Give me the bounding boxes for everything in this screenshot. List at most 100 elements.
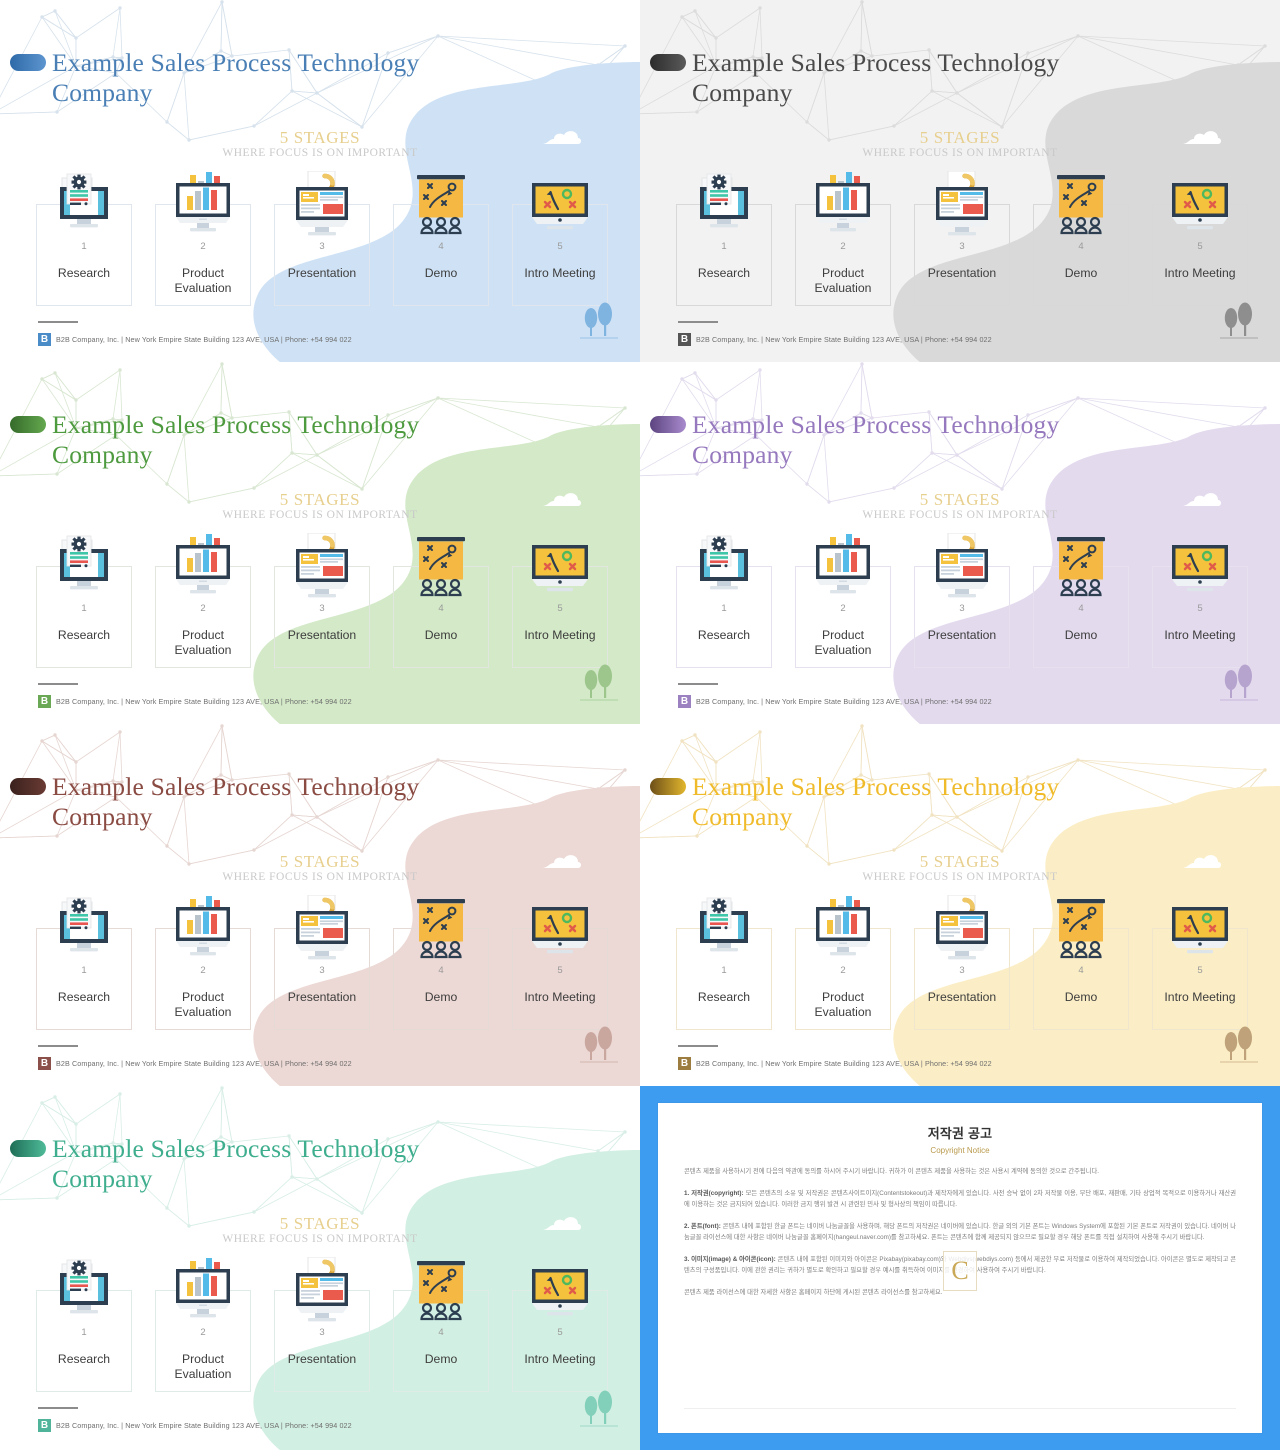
monitor-bar-chart-icon — [805, 171, 881, 243]
stage-1[interactable]: 1 Research — [36, 1256, 132, 1392]
footer: B B2B Company, Inc. | New York Empire St… — [38, 1419, 352, 1432]
trees-icon — [580, 1026, 618, 1064]
stage-3[interactable]: 3 Presentation — [274, 532, 370, 668]
stage-card-5[interactable]: 5 Intro Meeting — [512, 907, 608, 1030]
stage-3[interactable]: 3 Presentation — [914, 532, 1010, 668]
stage-5[interactable]: 5 Intro Meeting — [1152, 894, 1248, 1030]
flipchart-strategy-people-icon — [1043, 171, 1119, 243]
stage-1[interactable]: 1 Research — [676, 532, 772, 668]
stage-card-4[interactable]: 4 Demo — [1033, 175, 1129, 306]
stage-4[interactable]: 4 Demo — [1033, 170, 1129, 306]
stage-3[interactable]: 3 Presentation — [274, 1256, 370, 1392]
stage-card-5[interactable]: 5 Intro Meeting — [1152, 183, 1248, 306]
stage-card-1[interactable]: 1 Research — [676, 897, 772, 1030]
stage-card-4[interactable]: 4 Demo — [1033, 899, 1129, 1030]
stage-5[interactable]: 5 Intro Meeting — [512, 1256, 608, 1392]
stage-card-5[interactable]: 5 Intro Meeting — [1152, 545, 1248, 668]
stage-card-5[interactable]: 5 Intro Meeting — [512, 183, 608, 306]
footer-divider — [678, 321, 718, 323]
stage-card-2[interactable]: 2 Product Evaluation — [155, 896, 251, 1030]
stage-5[interactable]: 5 Intro Meeting — [1152, 170, 1248, 306]
trees-icon — [580, 1390, 618, 1428]
stage-3[interactable]: 3 Presentation — [274, 170, 370, 306]
stages-title: 5 STAGES — [919, 128, 1001, 147]
stage-card-5[interactable]: 5 Intro Meeting — [512, 545, 608, 668]
stage-1[interactable]: 1 Research — [676, 170, 772, 306]
monitor-webpage-hook-icon — [924, 894, 1000, 967]
stage-card-4[interactable]: 4 Demo — [393, 899, 489, 1030]
slide-copyright-notice[interactable]: 저작권 공고 Copyright Notice 콘텐츠 제품을 사용하시기 전에… — [640, 1086, 1280, 1450]
stage-card-3[interactable]: 3 Presentation — [914, 894, 1010, 1030]
stage-card-3[interactable]: 3 Presentation — [274, 532, 370, 668]
stage-3[interactable]: 3 Presentation — [914, 170, 1010, 306]
stage-card-3[interactable]: 3 Presentation — [914, 170, 1010, 306]
stage-card-1[interactable]: 1 Research — [36, 535, 132, 668]
stage-2[interactable]: 2 Product Evaluation — [155, 1256, 251, 1392]
monitor-document-gear-icon — [46, 533, 122, 605]
stage-5[interactable]: 5 Intro Meeting — [512, 170, 608, 306]
stage-card-1[interactable]: 1 Research — [676, 535, 772, 668]
slide-maroon[interactable]: Example Sales Process Technology Company… — [0, 724, 640, 1086]
stage-card-2[interactable]: 2 Product Evaluation — [795, 896, 891, 1030]
stage-card-4[interactable]: 4 Demo — [393, 537, 489, 668]
stage-1[interactable]: 1 Research — [36, 894, 132, 1030]
stage-label-5: Intro Meeting — [524, 1352, 596, 1366]
stage-card-5[interactable]: 5 Intro Meeting — [512, 1269, 608, 1392]
stage-card-3[interactable]: 3 Presentation — [274, 170, 370, 306]
monitor-document-gear-icon — [686, 533, 762, 605]
stage-2[interactable]: 2 Product Evaluation — [795, 170, 891, 306]
stage-card-2[interactable]: 2 Product Evaluation — [795, 534, 891, 668]
stage-2[interactable]: 2 Product Evaluation — [155, 170, 251, 306]
stage-1[interactable]: 1 Research — [36, 532, 132, 668]
stage-card-4[interactable]: 4 Demo — [393, 175, 489, 306]
slide-blue[interactable]: Example Sales Process Technology Company… — [0, 0, 640, 362]
stage-card-3[interactable]: 3 Presentation — [274, 894, 370, 1030]
stage-card-4[interactable]: 4 Demo — [393, 1261, 489, 1392]
stage-1[interactable]: 1 Research — [676, 894, 772, 1030]
copyright-item-2-label: 2. 폰트(font): — [684, 1223, 721, 1230]
slide-green[interactable]: Example Sales Process Technology Company… — [0, 362, 640, 724]
stage-5[interactable]: 5 Intro Meeting — [512, 894, 608, 1030]
stage-card-1[interactable]: 1 Research — [36, 1259, 132, 1392]
stage-card-4[interactable]: 4 Demo — [1033, 537, 1129, 668]
monitor-webpage-hook-icon — [924, 170, 1000, 243]
stage-4[interactable]: 4 Demo — [393, 532, 489, 668]
slide-purple[interactable]: Example Sales Process Technology Company… — [640, 362, 1280, 724]
stage-4[interactable]: 4 Demo — [393, 1256, 489, 1392]
stage-card-1[interactable]: 1 Research — [36, 897, 132, 1030]
stage-5[interactable]: 5 Intro Meeting — [1152, 532, 1248, 668]
stage-2[interactable]: 2 Product Evaluation — [155, 894, 251, 1030]
stage-4[interactable]: 4 Demo — [1033, 532, 1129, 668]
stage-card-2[interactable]: 2 Product Evaluation — [155, 1258, 251, 1392]
stage-2[interactable]: 2 Product Evaluation — [795, 532, 891, 668]
stage-2[interactable]: 2 Product Evaluation — [795, 894, 891, 1030]
slide-gray[interactable]: Example Sales Process Technology Company… — [640, 0, 1280, 362]
monitor-document-gear-icon — [686, 895, 762, 967]
stage-card-2[interactable]: 2 Product Evaluation — [155, 534, 251, 668]
stage-3[interactable]: 3 Presentation — [914, 894, 1010, 1030]
stage-2[interactable]: 2 Product Evaluation — [155, 532, 251, 668]
stage-1[interactable]: 1 Research — [36, 170, 132, 306]
brand-logo-icon: B — [38, 1057, 51, 1070]
slide-yellow[interactable]: Example Sales Process Technology Company… — [640, 724, 1280, 1086]
stage-card-5[interactable]: 5 Intro Meeting — [1152, 907, 1248, 1030]
copyright-item-2: 2. 폰트(font): 콘텐츠 내에 포함된 한글 폰트는 네이버 나눔글꼴을… — [684, 1221, 1236, 1243]
stage-label-2: Product Evaluation — [814, 628, 872, 657]
slide-teal[interactable]: Example Sales Process Technology Company… — [0, 1086, 640, 1450]
stage-4[interactable]: 4 Demo — [1033, 894, 1129, 1030]
stage-5[interactable]: 5 Intro Meeting — [512, 532, 608, 668]
stage-card-3[interactable]: 3 Presentation — [274, 1256, 370, 1392]
stage-label-2: Product Evaluation — [814, 990, 872, 1019]
stage-card-2[interactable]: 2 Product Evaluation — [155, 172, 251, 306]
stages-title: 5 STAGES — [279, 1214, 361, 1233]
stage-4[interactable]: 4 Demo — [393, 894, 489, 1030]
stage-3[interactable]: 3 Presentation — [274, 894, 370, 1030]
stages-subtitle: WHERE FOCUS IS ON IMPORTANT — [222, 1233, 418, 1245]
stage-card-2[interactable]: 2 Product Evaluation — [795, 172, 891, 306]
stage-4[interactable]: 4 Demo — [393, 170, 489, 306]
slide-deck-grid: Example Sales Process Technology Company… — [0, 0, 1280, 1450]
monitor-webpage-hook-icon — [284, 532, 360, 605]
stage-card-1[interactable]: 1 Research — [676, 173, 772, 306]
stage-card-1[interactable]: 1 Research — [36, 173, 132, 306]
stage-card-3[interactable]: 3 Presentation — [914, 532, 1010, 668]
